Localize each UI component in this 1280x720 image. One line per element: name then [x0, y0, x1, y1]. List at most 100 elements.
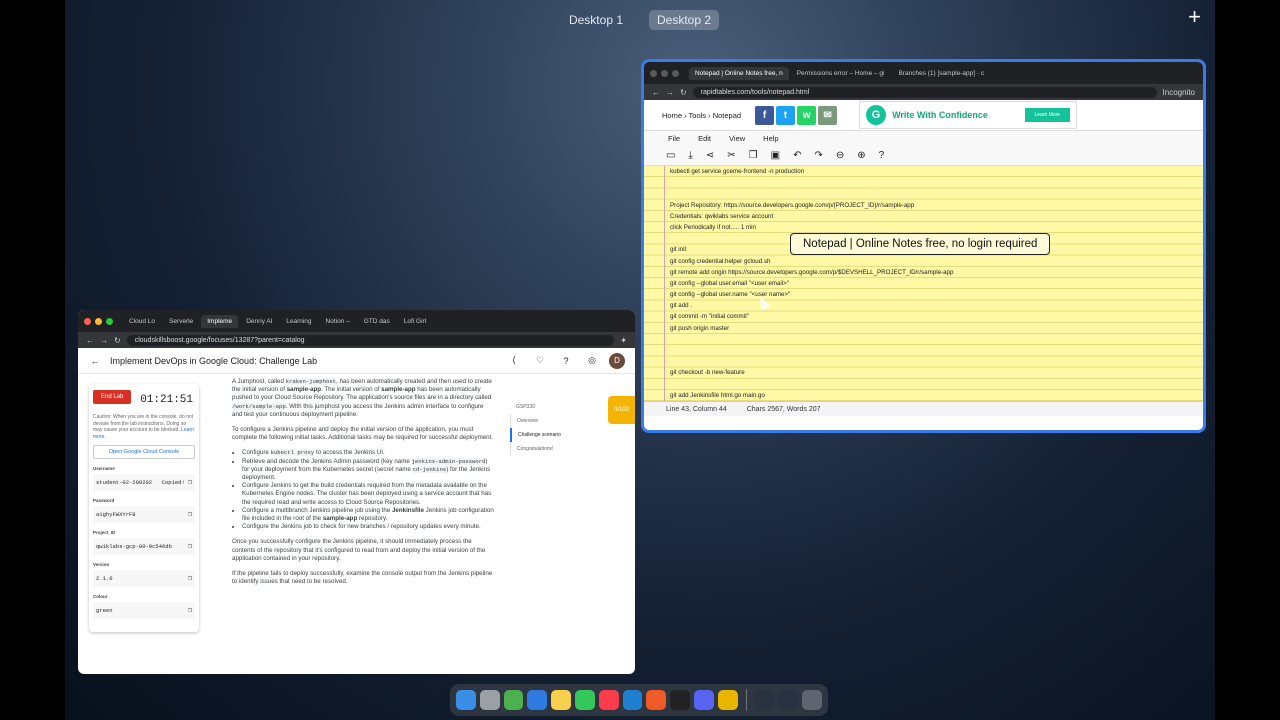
- desktop-2-button[interactable]: Desktop 2: [649, 10, 720, 30]
- chrome-icon[interactable]: [717, 690, 738, 710]
- whatsapp-icon[interactable]: w: [797, 105, 817, 125]
- share-icon[interactable]: ⟨: [507, 355, 521, 366]
- share-icon[interactable]: ⋖: [706, 150, 714, 161]
- help-icon[interactable]: ?: [879, 150, 885, 161]
- forward-icon[interactable]: →: [100, 336, 108, 345]
- text-line: git add .: [670, 302, 693, 310]
- reload-icon[interactable]: ↻: [114, 336, 121, 345]
- breadcrumb[interactable]: Home › Tools › Notepad: [662, 111, 741, 120]
- copy-icon[interactable]: ❐: [188, 606, 192, 615]
- copy-icon[interactable]: ❐: [188, 510, 192, 519]
- lab-instructions: A Jumphost, called kraken-jumphost, has …: [232, 378, 494, 593]
- open-folder-icon[interactable]: ▭: [666, 150, 675, 161]
- finder-icon[interactable]: [456, 690, 476, 710]
- lab-timer: 01:21:51: [140, 394, 193, 406]
- menu-file[interactable]: File: [668, 134, 680, 143]
- lab-browser-window[interactable]: Cloud Lo Serverle Impleme Denny Al Learn…: [78, 310, 635, 674]
- field-value[interactable]: green ❐: [93, 602, 195, 619]
- music-icon[interactable]: [598, 690, 619, 710]
- url-field[interactable]: cloudskillsboost.google/focuses/13287?pa…: [126, 334, 615, 346]
- safari-icon[interactable]: [527, 690, 548, 710]
- twitter-icon[interactable]: t: [776, 105, 796, 125]
- tab-active[interactable]: Impleme: [201, 314, 239, 328]
- zoom-button[interactable]: [672, 69, 679, 77]
- menu-view[interactable]: View: [729, 134, 745, 143]
- tab[interactable]: Notion –: [320, 315, 356, 328]
- avatar[interactable]: D: [609, 352, 625, 369]
- copy-icon[interactable]: ❐: [749, 150, 758, 161]
- brave-icon[interactable]: [646, 690, 667, 710]
- tab[interactable]: Lofi Girl: [398, 315, 432, 328]
- minimize-button[interactable]: [95, 317, 102, 325]
- redo-icon[interactable]: ↷: [814, 150, 822, 161]
- tab[interactable]: Cloud Lo: [123, 315, 161, 328]
- open-console-button[interactable]: Open Google Cloud Console: [93, 445, 195, 459]
- download-icon[interactable]: ⤓: [688, 150, 692, 161]
- tab[interactable]: Permissions error – Home – gi: [791, 67, 891, 80]
- zoom-button[interactable]: [106, 317, 113, 325]
- facebook-icon[interactable]: f: [755, 105, 775, 125]
- forward-icon[interactable]: →: [666, 88, 674, 97]
- tab[interactable]: Learning: [280, 315, 317, 328]
- zoom-in-icon[interactable]: ⊕: [857, 150, 865, 161]
- back-icon[interactable]: ←: [652, 88, 660, 97]
- zoom-out-icon[interactable]: ⊖: [836, 150, 844, 161]
- mission-control-bar: Desktop 1 Desktop 2: [65, 0, 1215, 40]
- text-line: Credentials: qwiklabs service account: [670, 212, 774, 220]
- desktop-1-button[interactable]: Desktop 1: [561, 10, 631, 30]
- extensions-icon[interactable]: ✦: [620, 336, 627, 345]
- text-line: git commit -m "initial commit": [670, 313, 749, 321]
- trash-icon[interactable]: [802, 690, 822, 710]
- help-icon[interactable]: ?: [559, 356, 573, 366]
- back-icon[interactable]: ←: [86, 336, 94, 345]
- text-line: git config --global user.email "<user em…: [670, 279, 789, 287]
- field-value[interactable]: student-02-299202 Copied! ❐: [93, 474, 195, 491]
- reload-icon[interactable]: ↻: [680, 88, 687, 97]
- close-button[interactable]: [84, 317, 91, 325]
- end-lab-button[interactable]: End Lab: [93, 390, 132, 404]
- field-value[interactable]: qwiklabs-gcp-00-9c546db ❐: [93, 538, 195, 555]
- close-button[interactable]: [650, 69, 657, 77]
- add-desktop-button[interactable]: +: [1188, 6, 1201, 28]
- address-bar-row: ← → ↻ cloudskillsboost.google/focuses/13…: [78, 332, 635, 348]
- tab-active[interactable]: Notepad | Online Notes free, n: [689, 66, 789, 80]
- minimized-window-icon[interactable]: [754, 690, 775, 710]
- notes-icon[interactable]: [551, 690, 571, 710]
- tab[interactable]: Serverle: [163, 315, 199, 328]
- toc-item[interactable]: Congratulations!: [510, 442, 600, 456]
- toc-item[interactable]: Overview: [510, 414, 600, 428]
- notepad-text-area[interactable]: kubectl get service gceme-frontend -n pr…: [644, 166, 1203, 401]
- toc-item-current[interactable]: Challenge scenario: [510, 428, 600, 442]
- copy-icon[interactable]: ❐: [188, 574, 192, 583]
- url-field[interactable]: rapidtables.com/tools/notepad.html: [692, 86, 1157, 98]
- menu-help[interactable]: Help: [763, 134, 778, 143]
- tab[interactable]: GTD das: [358, 315, 396, 328]
- messages-icon[interactable]: [574, 690, 595, 710]
- text-line: git config credential.helper gcloud.sh: [670, 257, 771, 265]
- ad-banner[interactable]: G Write With Confidence Learn More: [859, 101, 1078, 129]
- undo-icon[interactable]: ↶: [793, 150, 801, 161]
- field-value[interactable]: 2.1.0 ❐: [93, 570, 195, 587]
- launchpad-icon[interactable]: [479, 690, 500, 710]
- email-icon[interactable]: ✉: [818, 105, 838, 125]
- tab[interactable]: Branches (1) [sample-app] · c: [892, 67, 990, 80]
- toc-item[interactable]: GSP330: [510, 400, 600, 414]
- language-icon[interactable]: ◎: [585, 355, 599, 366]
- vscode-icon[interactable]: [622, 690, 643, 710]
- cut-icon[interactable]: ✂: [727, 150, 735, 161]
- maps-icon[interactable]: [503, 690, 524, 710]
- field-label: Password: [93, 498, 115, 503]
- copy-icon[interactable]: ❐: [188, 478, 192, 487]
- menu-edit[interactable]: Edit: [698, 134, 711, 143]
- discord-icon[interactable]: [693, 690, 714, 710]
- minimized-window-icon[interactable]: [778, 690, 799, 710]
- tab[interactable]: Denny Al: [240, 315, 278, 328]
- field-value[interactable]: a1ghyFWXYrF8 ❐: [93, 506, 195, 523]
- minimize-button[interactable]: [661, 69, 668, 77]
- copy-icon[interactable]: ❐: [188, 542, 192, 551]
- paste-icon[interactable]: ▣: [771, 150, 780, 161]
- terminal-icon[interactable]: [670, 690, 690, 710]
- heart-icon[interactable]: ♡: [533, 355, 547, 366]
- ad-learn-more-button[interactable]: Learn More: [1024, 108, 1071, 122]
- back-arrow-icon[interactable]: ←: [88, 356, 102, 366]
